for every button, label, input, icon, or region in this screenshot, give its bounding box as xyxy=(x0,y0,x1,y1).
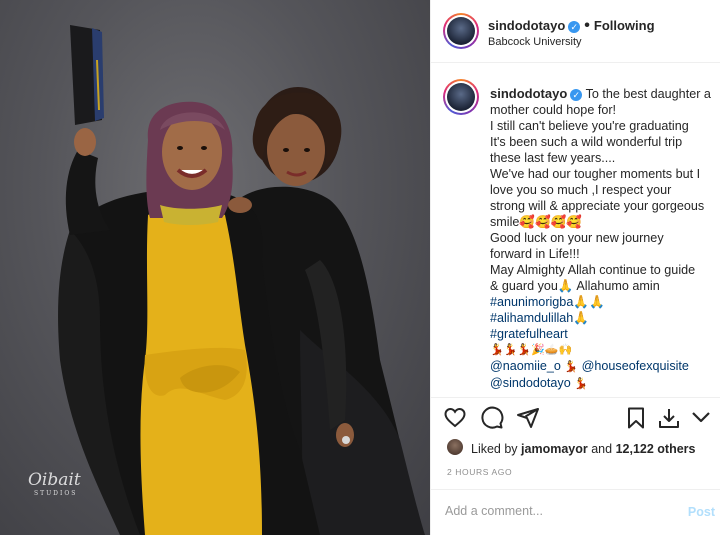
mention-link[interactable]: @houseofexquisite xyxy=(582,359,689,373)
caption-line: these last few years.... xyxy=(490,151,616,165)
more-icon[interactable] xyxy=(689,406,713,430)
caption-line: We've had our tougher moments but I xyxy=(490,167,701,181)
emoji: 💃 xyxy=(560,360,582,373)
caption-avatar[interactable] xyxy=(443,79,479,115)
hashtag-link[interactable]: #anunimorigba🙏🙏 xyxy=(490,294,712,310)
verified-badge-icon: ✓ xyxy=(570,89,583,101)
caption-section: sindodotayo ✓ To the best daughter a moth… xyxy=(431,63,720,398)
caption-line: It's been such a wild wonderful trip xyxy=(490,135,683,149)
caption-line: forward in Life!!! xyxy=(490,247,580,261)
caption-line: strong will & appreciate your gorgeous xyxy=(490,199,705,213)
action-bar xyxy=(431,400,720,436)
following-button[interactable]: Following xyxy=(594,18,655,33)
post-header: sindodotayo ✓ • Following Babcock Universit… xyxy=(431,0,720,63)
caption-line: I still can't believe you're graduating xyxy=(490,119,689,133)
verified-badge-icon: ✓ xyxy=(568,21,581,33)
author-avatar[interactable] xyxy=(443,13,479,49)
caption-line: smile🥰🥰🥰🥰 xyxy=(490,215,583,229)
heart-icon[interactable] xyxy=(443,406,467,430)
likes-summary[interactable]: Liked by jamomayor and 12,122 others xyxy=(471,442,696,456)
post-location[interactable]: Babcock University xyxy=(488,36,582,48)
graduation-photo-illustration xyxy=(58,25,425,535)
caption-text: sindodotayo ✓ To the best daughter a moth… xyxy=(490,86,712,392)
liker-avatar[interactable] xyxy=(447,439,463,455)
post-sidebar: sindodotayo ✓ • Following Babcock Universit… xyxy=(430,0,720,535)
emoji-row: 💃💃💃🎉🥧🙌 xyxy=(490,343,573,356)
download-icon[interactable] xyxy=(657,406,681,430)
hashtag-link[interactable]: #gratefulheart xyxy=(490,326,712,342)
author-username[interactable]: sindodotayo xyxy=(488,18,565,33)
caption-username[interactable]: sindodotayo xyxy=(490,86,567,101)
emoji: 💃 xyxy=(570,377,588,390)
mention-link[interactable]: @naomiie_o xyxy=(490,359,561,373)
caption-line: Good luck on your new journey xyxy=(490,231,664,245)
caption-line: mother could hope for! xyxy=(490,103,617,117)
hashtag-link[interactable]: #alihamdulillah🙏 xyxy=(490,310,712,326)
comment-bar: Post xyxy=(431,489,720,535)
comment-input[interactable] xyxy=(445,504,675,518)
mention-link[interactable]: @sindodotayo xyxy=(490,376,571,390)
post-timestamp[interactable]: 2 HOURS AGO xyxy=(447,467,512,477)
caption-line: love you so much ,I respect your xyxy=(490,183,672,197)
share-icon[interactable] xyxy=(516,406,540,430)
liker-username: jamomayor xyxy=(521,442,588,456)
post-photo[interactable]: Oibait STUDIOS xyxy=(0,0,430,535)
caption-line: To the best daughter a xyxy=(585,87,711,101)
photo-watermark: Oibait STUDIOS xyxy=(28,470,81,497)
comment-icon[interactable] xyxy=(480,406,504,430)
bookmark-icon[interactable] xyxy=(624,406,648,430)
caption-line: May Almighty Allah continue to guide xyxy=(490,263,696,277)
likes-count: 12,122 others xyxy=(615,442,696,456)
caption-line: & guard you🙏 Allahumo amin xyxy=(490,279,660,293)
separator-dot: • xyxy=(584,17,590,34)
post-comment-button[interactable]: Post xyxy=(688,505,715,519)
